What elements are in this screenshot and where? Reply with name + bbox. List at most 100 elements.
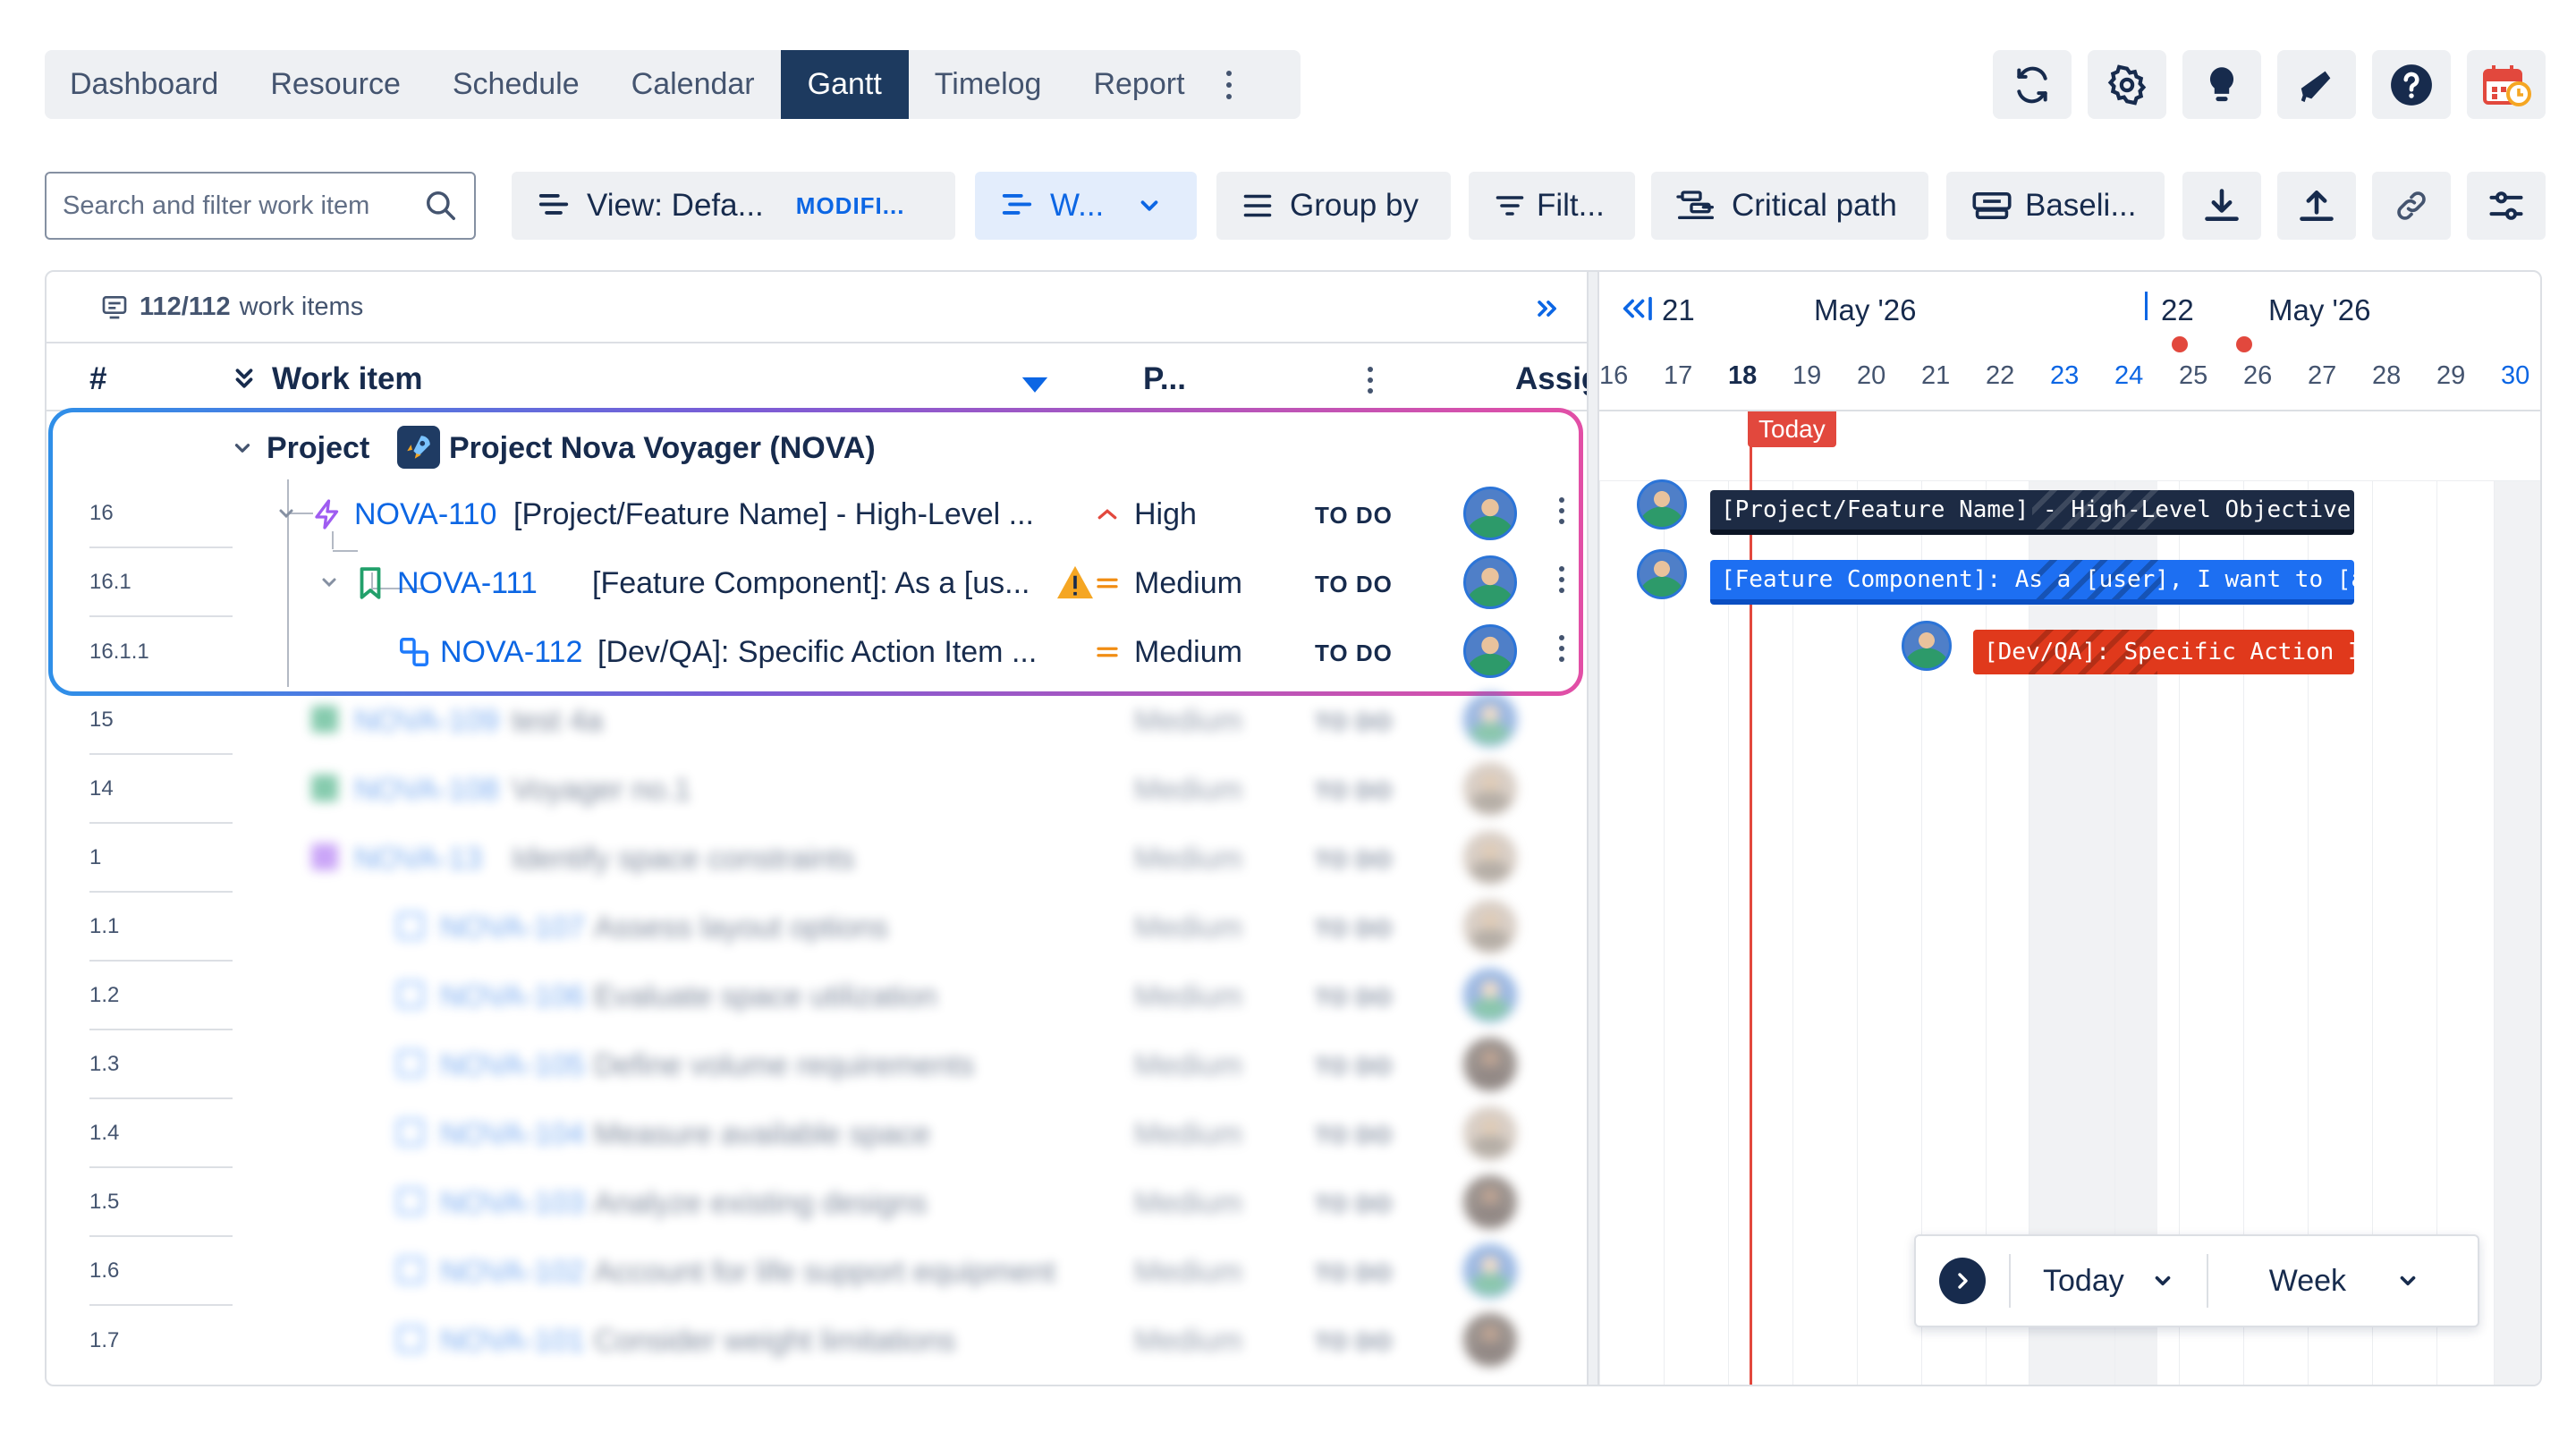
- gantt-bar[interactable]: [Feature Component]: As a [user], I want…: [1710, 560, 2354, 605]
- row-menu-icon[interactable]: [1558, 635, 1565, 662]
- chevron-down-icon[interactable]: [318, 572, 340, 593]
- baseline-button[interactable]: Baseli...: [1946, 172, 2165, 240]
- critical-path-button[interactable]: Critical path: [1651, 172, 1928, 240]
- megaphone-icon[interactable]: [2277, 50, 2356, 119]
- work-item-key[interactable]: NOVA-108: [354, 773, 499, 808]
- avatar[interactable]: [1463, 1175, 1517, 1229]
- avatar[interactable]: [1637, 479, 1687, 530]
- avatar[interactable]: [1463, 900, 1517, 953]
- status-badge[interactable]: TO DO: [1315, 502, 1393, 530]
- gantt-bar[interactable]: [Project/Feature Name] - High-Level Obje…: [1710, 490, 2354, 535]
- work-item-title[interactable]: Consider weight limitations: [594, 1324, 955, 1359]
- work-item-key[interactable]: NOVA-101: [440, 1324, 585, 1359]
- table-row[interactable]: 16.1 NOVA-111 [Feature Component]: As a …: [47, 548, 1587, 617]
- status-badge[interactable]: TO DO: [1315, 846, 1393, 874]
- table-row[interactable]: 15 NOVA-109 test 4a Medium TO DO: [47, 686, 1587, 755]
- avatar[interactable]: [1463, 762, 1517, 816]
- lightbulb-icon[interactable]: [2182, 50, 2261, 119]
- share-link-button[interactable]: [2372, 172, 2451, 240]
- tab-resource[interactable]: Resource: [244, 50, 427, 119]
- scale-select[interactable]: Week: [2208, 1264, 2452, 1299]
- work-item-title[interactable]: Account for life support equipment: [594, 1255, 1055, 1290]
- work-item-title[interactable]: Measure available space: [594, 1117, 930, 1152]
- expand-right-icon[interactable]: [1533, 293, 1563, 324]
- gear-icon[interactable]: [2088, 50, 2166, 119]
- work-item-title[interactable]: [Feature Component]: As a [us...: [592, 566, 1030, 601]
- work-item-key[interactable]: NOVA-106: [440, 979, 585, 1014]
- status-badge[interactable]: TO DO: [1315, 915, 1393, 943]
- work-item-title[interactable]: Voyager no.1: [512, 773, 691, 808]
- work-item-key[interactable]: NOVA-105: [440, 1048, 585, 1083]
- status-badge[interactable]: TO DO: [1315, 1191, 1393, 1218]
- table-row[interactable]: 1 NOVA-13 Identify space constraints Med…: [47, 824, 1587, 893]
- timeline-options-button[interactable]: W...: [975, 172, 1197, 240]
- avatar[interactable]: [1463, 624, 1517, 678]
- status-badge[interactable]: TO DO: [1315, 1259, 1393, 1287]
- status-badge[interactable]: TO DO: [1315, 640, 1393, 667]
- status-badge[interactable]: TO DO: [1315, 708, 1393, 736]
- help-icon[interactable]: [2372, 50, 2451, 119]
- work-item-title[interactable]: Assess layout options: [594, 911, 888, 945]
- pane-resize-handle[interactable]: [1587, 272, 1599, 1385]
- tabs-more-icon[interactable]: [1211, 70, 1247, 99]
- work-item-key[interactable]: NOVA-109: [354, 704, 499, 739]
- sync-icon[interactable]: [1993, 50, 2072, 119]
- work-item-title[interactable]: Define volume requirements: [594, 1048, 974, 1083]
- work-item-key[interactable]: NOVA-103: [440, 1186, 585, 1221]
- status-badge[interactable]: TO DO: [1315, 1053, 1393, 1080]
- tab-schedule[interactable]: Schedule: [427, 50, 606, 119]
- work-item-key[interactable]: NOVA-112: [440, 635, 582, 670]
- settings-sliders-button[interactable]: [2467, 172, 2546, 240]
- tab-timelog[interactable]: Timelog: [909, 50, 1068, 119]
- next-period-icon[interactable]: [1939, 1258, 1986, 1304]
- view-button[interactable]: View: Defa... MODIFI...: [512, 172, 955, 240]
- work-item-title[interactable]: Evaluate space utilization: [594, 979, 937, 1014]
- status-badge[interactable]: TO DO: [1315, 777, 1393, 805]
- avatar[interactable]: [1463, 969, 1517, 1022]
- filter-button[interactable]: Filt...: [1469, 172, 1635, 240]
- work-item-title[interactable]: [Project/Feature Name] - High-Level ...: [513, 497, 1034, 532]
- work-item-title[interactable]: Identify space constraints: [512, 842, 855, 877]
- group-by-button[interactable]: Group by: [1216, 172, 1451, 240]
- tab-dashboard[interactable]: Dashboard: [70, 50, 244, 119]
- search-icon[interactable]: [424, 189, 458, 223]
- work-item-key[interactable]: NOVA-107: [440, 911, 585, 945]
- today-select[interactable]: Today: [2011, 1264, 2207, 1299]
- chevron-down-icon[interactable]: [231, 436, 254, 460]
- table-row[interactable]: 14 NOVA-108 Voyager no.1 Medium TO DO: [47, 755, 1587, 824]
- chevron-down-icon[interactable]: [275, 503, 297, 524]
- status-badge[interactable]: TO DO: [1315, 984, 1393, 1012]
- avatar[interactable]: [1902, 621, 1952, 671]
- row-menu-icon[interactable]: [1558, 566, 1565, 593]
- table-row[interactable]: 16 NOVA-110 [Project/Feature Name] - Hig…: [47, 479, 1587, 548]
- tab-report[interactable]: Report: [1067, 50, 1210, 119]
- work-item-key[interactable]: NOVA-111: [397, 566, 538, 601]
- table-row[interactable]: 1.2 NOVA-106 Evaluate space utilization …: [47, 962, 1587, 1030]
- event-marker[interactable]: [2236, 336, 2252, 352]
- column-priority[interactable]: P...: [1143, 361, 1186, 397]
- project-group-row[interactable]: Project Project Nova Voyager (NOVA): [47, 415, 1587, 484]
- tab-calendar[interactable]: Calendar: [606, 50, 781, 119]
- scroll-back-icon[interactable]: [1617, 293, 1653, 324]
- column-work-item[interactable]: Work item: [272, 361, 423, 397]
- avatar[interactable]: [1463, 1313, 1517, 1367]
- table-row[interactable]: 16.1.1 NOVA-112 [Dev/QA]: Specific Actio…: [47, 617, 1587, 686]
- upload-button[interactable]: [2277, 172, 2356, 240]
- table-row[interactable]: 1.3 NOVA-105 Define volume requirements …: [47, 1030, 1587, 1099]
- avatar[interactable]: [1463, 1244, 1517, 1298]
- gantt-bar[interactable]: [Dev/QA]: Specific Action Ite...: [1973, 630, 2354, 674]
- table-row[interactable]: 1.4 NOVA-104 Measure available space Med…: [47, 1099, 1587, 1168]
- status-badge[interactable]: TO DO: [1315, 1328, 1393, 1356]
- table-row[interactable]: 1.6 NOVA-102 Account for life support eq…: [47, 1237, 1587, 1306]
- table-row[interactable]: 1.7 NOVA-101 Consider weight limitations…: [47, 1306, 1587, 1375]
- avatar[interactable]: [1463, 1038, 1517, 1091]
- work-item-title[interactable]: [Dev/QA]: Specific Action Item ...: [597, 635, 1037, 670]
- calendar-clock-icon[interactable]: [2467, 50, 2546, 119]
- work-item-key[interactable]: NOVA-102: [440, 1255, 585, 1290]
- table-row[interactable]: 1.5 NOVA-103 Analyze existing designs Me…: [47, 1168, 1587, 1237]
- download-button[interactable]: [2182, 172, 2261, 240]
- table-row[interactable]: 1.1 NOVA-107 Assess layout options Mediu…: [47, 893, 1587, 962]
- work-item-key[interactable]: NOVA-110: [354, 497, 496, 532]
- column-menu-icon[interactable]: [1367, 367, 1374, 394]
- avatar[interactable]: [1637, 549, 1687, 599]
